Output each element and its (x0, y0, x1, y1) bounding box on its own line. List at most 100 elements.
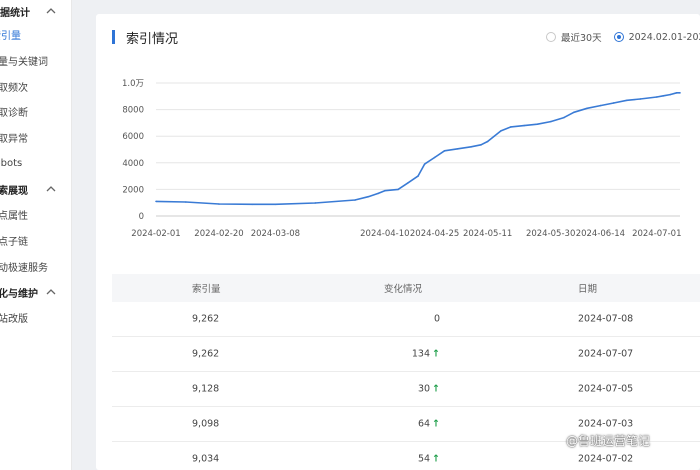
data-point (486, 140, 489, 143)
data-point (586, 107, 588, 110)
sidebar-item-label: 站点子链 (0, 236, 28, 248)
data-point (679, 92, 681, 94)
sidebar-item-crawl-freq[interactable]: 抓取频次 (0, 76, 71, 96)
cell-date: 2024-07-05 (578, 383, 634, 395)
sidebar-group-maintain[interactable]: 优化与维护 (0, 282, 71, 302)
index-line-chart: 0 2000 4000 6000 8000 1.0万 2024-02-01 2024-02-2… (122, 79, 682, 239)
sidebar-item-crawl-error[interactable]: 抓取异常 (0, 127, 71, 147)
x-tick-label: 2024-02-20 (194, 229, 243, 239)
sidebar-item-revision[interactable]: 网站改版 (0, 307, 71, 327)
y-tick-label: 2000 (122, 185, 144, 195)
x-tick-label: 2024-07-01 (632, 229, 681, 239)
arrow-up-icon: ↑ (432, 383, 440, 395)
sidebar-item-crawl-diag[interactable]: 抓取诊断 (0, 101, 71, 121)
x-tick-label: 2024-02-01 (131, 229, 180, 239)
sidebar-item-sublinks[interactable]: 站点子链 (0, 230, 71, 250)
data-point (397, 188, 399, 191)
cell-date: 2024-07-03 (578, 418, 634, 430)
y-tick-label: 8000 (122, 106, 144, 116)
table-row: 9,262 0 2024-07-08 (112, 302, 700, 337)
data-point (500, 130, 502, 132)
cell-date: 2024-07-02 (578, 453, 634, 465)
y-tick-label: 1.0万 (122, 79, 144, 89)
data-point (407, 181, 409, 184)
watermark-text: @鲁班运营笔记 (566, 434, 651, 448)
change-value: 30 (417, 383, 431, 395)
arrow-up-icon: ↑ (432, 348, 440, 360)
table-row: 9,128 30 ↑ 2024-07-05 (112, 372, 700, 407)
sidebar-item-label: 抓取频次 (0, 82, 28, 94)
chevron-up-icon (46, 186, 56, 192)
data-point (480, 144, 482, 146)
cell-date: 2024-07-07 (578, 348, 634, 360)
header-date: 日期 (578, 284, 598, 295)
data-point (417, 175, 419, 177)
cell-count: 9,098 (192, 418, 220, 430)
data-point (423, 163, 426, 165)
cell-change: 0 (434, 314, 440, 325)
arrow-up-icon: ↑ (432, 418, 440, 430)
sidebar-item-label: 移动极速服务 (0, 262, 48, 274)
x-tick-label: 2024-04-25 (410, 229, 459, 239)
radio-label-last-30-days[interactable]: 最近30天 (561, 30, 602, 44)
sidebar-nav: 数据统计 索引量 流量与关键词 抓取频次 抓取诊断 抓取异常 Robots 搜索… (0, 0, 72, 470)
x-tick-label: 2024-06-14 (576, 229, 625, 239)
chevron-up-icon (46, 8, 56, 14)
change-value: 134 (411, 348, 431, 360)
chevron-up-icon (46, 289, 56, 295)
data-point (433, 156, 436, 159)
data-point (599, 104, 602, 107)
data-point (563, 116, 565, 119)
sidebar-item-label: 索引量 (0, 30, 21, 42)
data-point (612, 102, 615, 104)
change-value: 64 (417, 418, 431, 430)
sidebar-item-index[interactable]: 索引量 (0, 24, 71, 44)
data-point (639, 98, 642, 100)
data-point (354, 199, 356, 201)
data-point (367, 195, 370, 198)
sidebar-item-robots[interactable]: Robots (0, 153, 71, 173)
data-point (662, 95, 665, 97)
x-tick-label: 2024-05-11 (463, 229, 512, 239)
data-point (185, 201, 187, 203)
cell-count: 9,034 (192, 453, 220, 465)
data-point (536, 123, 539, 126)
cell-change: 134 ↑ (412, 349, 440, 360)
sidebar-item-label: 抓取诊断 (0, 107, 28, 119)
sidebar-group-display[interactable]: 搜索展现 (0, 179, 71, 199)
cell-change: 30 ↑ (418, 384, 440, 395)
data-point (669, 93, 671, 96)
sidebar-item-label: Robots (0, 157, 23, 169)
sidebar-group-label: 优化与维护 (0, 288, 38, 300)
cell-count: 9,128 (192, 383, 220, 395)
sidebar-item-mip[interactable]: 移动极速服务 (0, 256, 71, 276)
sidebar-group-stats[interactable]: 数据统计 (0, 1, 71, 21)
title-accent-bar (112, 30, 115, 44)
sidebar-item-traffic[interactable]: 流量与关键词 (0, 50, 71, 70)
radio-label-custom-range[interactable]: 2024.02.01-2024.07.08 (629, 32, 700, 43)
data-point (274, 203, 277, 206)
cell-change: 64 ↑ (418, 419, 440, 430)
data-point (470, 146, 472, 148)
x-tick-label: 2024-03-08 (251, 229, 300, 239)
sidebar-group-label: 数据统计 (0, 7, 30, 19)
arrow-up-icon: ↑ (432, 453, 440, 465)
sidebar-item-label: 流量与关键词 (0, 56, 48, 68)
cell-change: 54 ↑ (418, 454, 440, 465)
sidebar-item-site-attr[interactable]: 站点属性 (0, 204, 71, 224)
cell-count: 9,262 (192, 348, 220, 360)
radio-last-30-days[interactable] (546, 32, 556, 42)
header-change: 变化情况 (384, 284, 423, 295)
index-card: 索引情况 最近30天 2024.02.01-2024.07.08 0 2000 40… (96, 14, 700, 470)
data-point (314, 202, 316, 204)
range-selector: 最近30天 2024.02.01-2024.07.08 (546, 30, 700, 44)
change-value: 54 (417, 453, 431, 465)
y-tick-label: 0 (139, 212, 144, 222)
y-tick-label: 6000 (122, 132, 144, 142)
sidebar-item-label: 站点属性 (0, 210, 28, 222)
data-point (675, 92, 678, 94)
data-point (377, 192, 380, 195)
header-count: 索引量 (192, 284, 221, 295)
radio-custom-range[interactable] (613, 32, 624, 42)
data-point (549, 120, 552, 123)
